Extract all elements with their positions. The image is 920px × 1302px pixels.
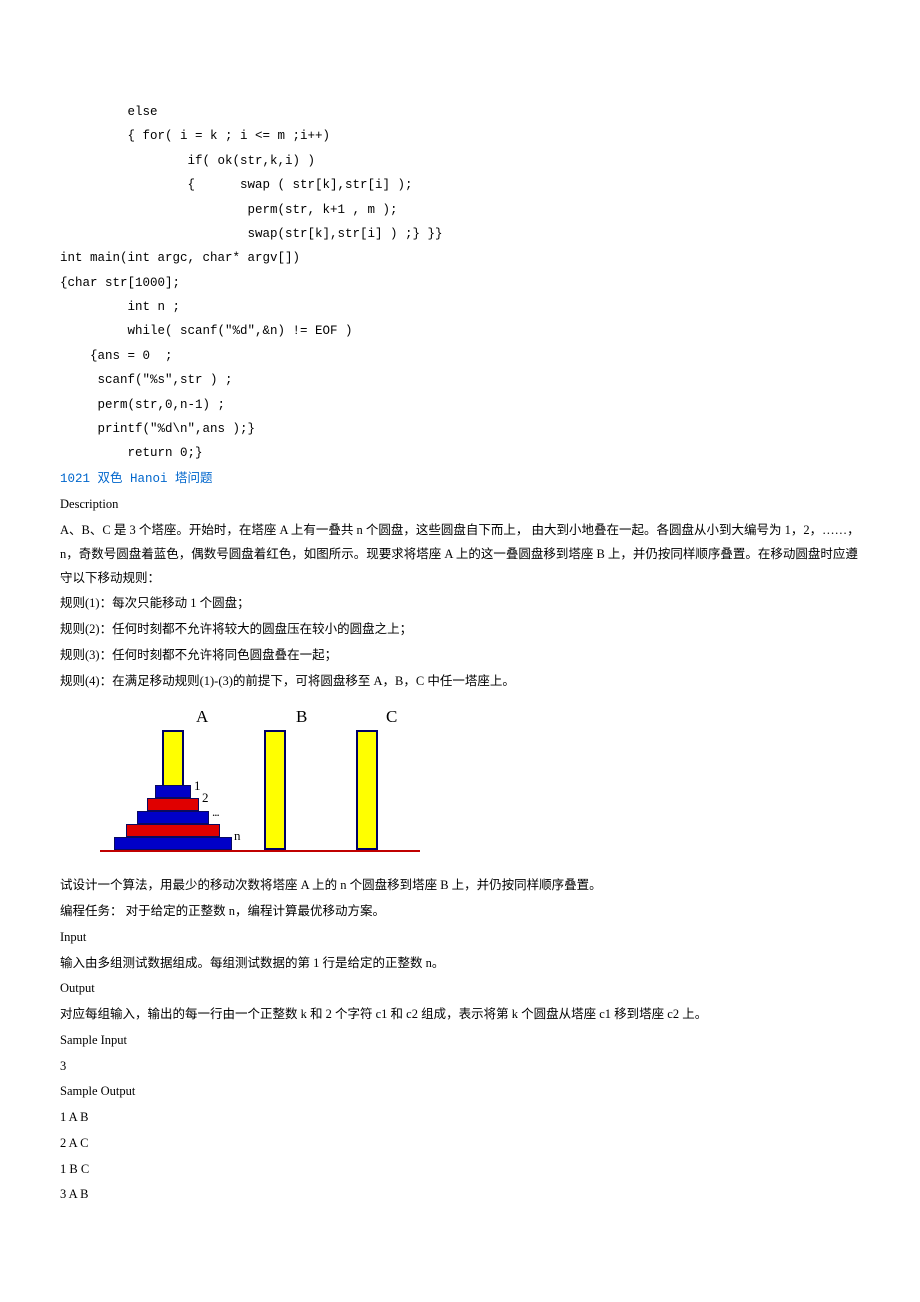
disk-5: [114, 837, 232, 850]
peg-label-b: B: [296, 701, 307, 733]
output-text: 对应每组输入，输出的每一行由一个正整数 k 和 2 个字符 c1 和 c2 组成…: [60, 1003, 860, 1027]
sample-output-line: 1 A B: [60, 1106, 860, 1130]
heading-description: Description: [60, 493, 860, 517]
problem-title: 1021 双色 Hanoi 塔问题: [60, 468, 860, 492]
rule-3: 规则(3)：任何时刻都不允许将同色圆盘叠在一起；: [60, 644, 860, 668]
sample-input-line: 3: [60, 1055, 860, 1079]
description-p1: A、B、C 是 3 个塔座。开始时，在塔座 A 上有一叠共 n 个圆盘，这些圆盘…: [60, 519, 860, 590]
heading-sample-output: Sample Output: [60, 1080, 860, 1104]
heading-output: Output: [60, 977, 860, 1001]
ground-line: [100, 850, 420, 852]
sample-output-line: 3 A B: [60, 1183, 860, 1207]
peg-c: [356, 730, 378, 850]
peg-label-c: C: [386, 701, 397, 733]
disk-4: [126, 824, 220, 837]
disk-1: [155, 785, 191, 798]
description-p3: 编程任务： 对于给定的正整数 n，编程计算最优移动方案。: [60, 900, 860, 924]
rule-4: 规则(4)：在满足移动规则(1)-(3)的前提下，可将圆盘移至 A，B，C 中任…: [60, 670, 860, 694]
disk-label-dots: ...: [212, 800, 219, 825]
input-text: 输入由多组测试数据组成。每组测试数据的第 1 行是给定的正整数 n。: [60, 952, 860, 976]
heading-sample-input: Sample Input: [60, 1029, 860, 1053]
peg-label-a: A: [196, 701, 208, 733]
rule-1: 规则(1)：每次只能移动 1 个圆盘；: [60, 592, 860, 616]
sample-output-line: 1 B C: [60, 1158, 860, 1182]
heading-input: Input: [60, 926, 860, 950]
code-block: else { for( i = k ; i <= m ;i++) if( ok(…: [60, 100, 860, 466]
rule-2: 规则(2)：任何时刻都不允许将较大的圆盘压在较小的圆盘之上；: [60, 618, 860, 642]
disk-label-1: 1: [194, 774, 201, 799]
disk-label-n: n: [234, 824, 241, 849]
sample-output-line: 2 A C: [60, 1132, 860, 1156]
disk-2: [147, 798, 199, 811]
page-content: else { for( i = k ; i <= m ;i++) if( ok(…: [0, 0, 920, 1302]
description-p2: 试设计一个算法，用最少的移动次数将塔座 A 上的 n 个圆盘移到塔座 B 上，并…: [60, 874, 860, 898]
hanoi-figure: A B C 1 2 ... n: [100, 701, 860, 866]
disk-label-2: 2: [202, 786, 209, 811]
disk-3: [137, 811, 209, 824]
peg-b: [264, 730, 286, 850]
